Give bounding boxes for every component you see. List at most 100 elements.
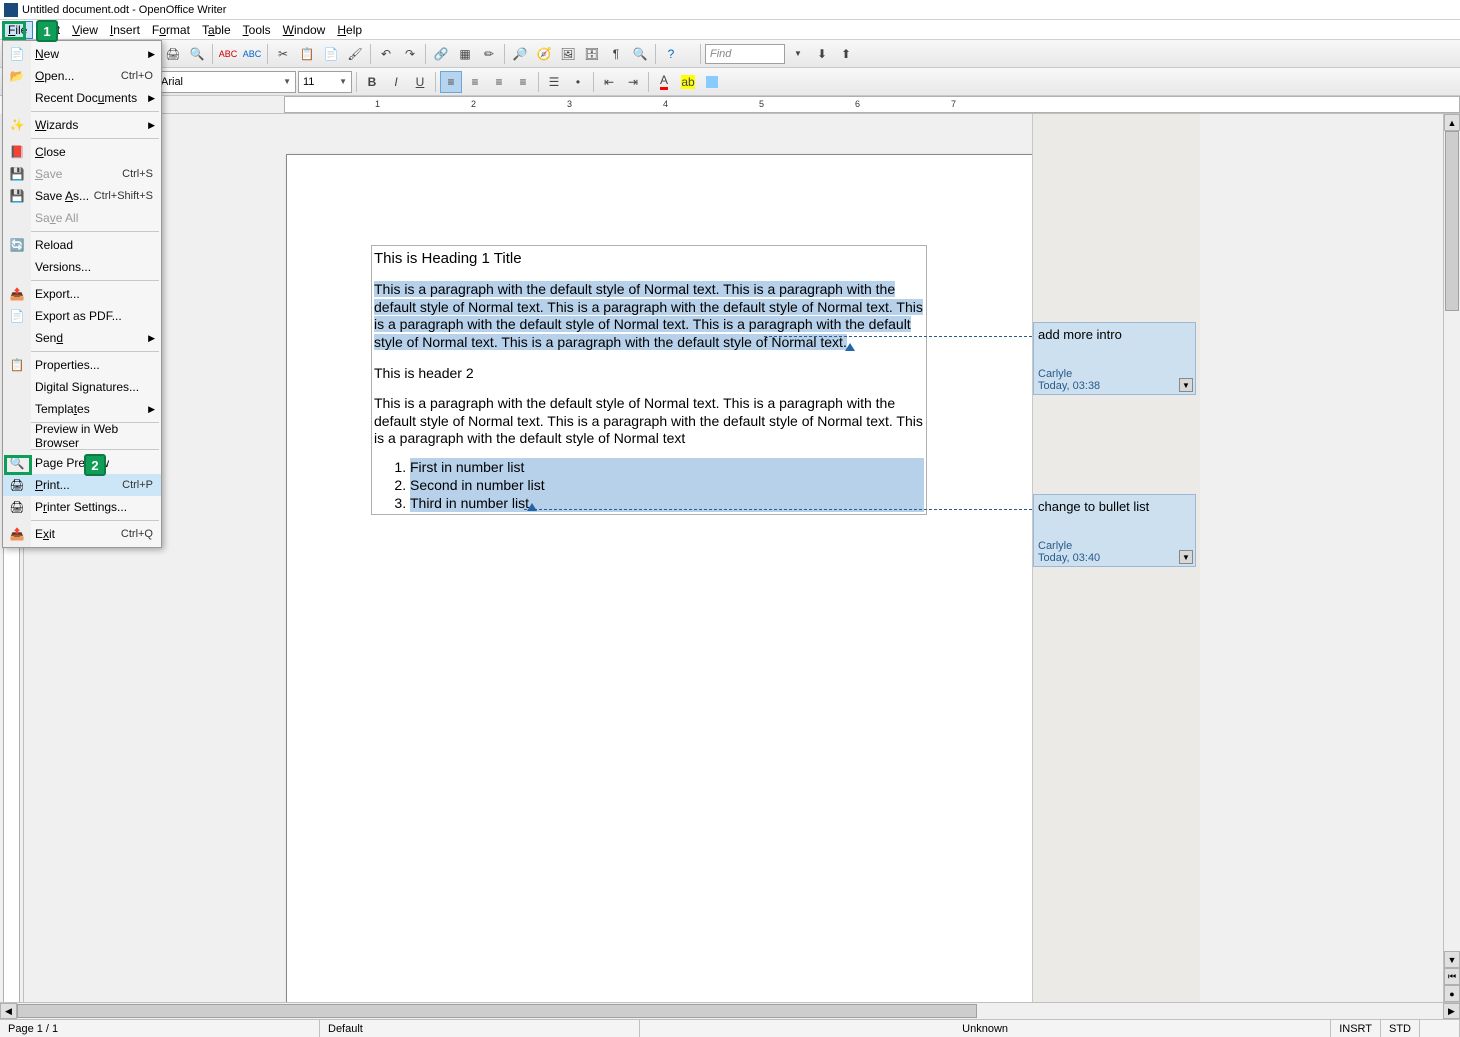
- navigator-button[interactable]: 🧭: [533, 43, 555, 65]
- autospell-button[interactable]: ABC: [241, 43, 263, 65]
- comment-menu-button[interactable]: ▼: [1179, 550, 1193, 564]
- menu-item-exit[interactable]: 📤ExitCtrl+Q: [3, 523, 161, 545]
- scrollbar-track[interactable]: [1444, 131, 1460, 951]
- menu-tools[interactable]: Tools: [237, 21, 277, 39]
- font-name-combo[interactable]: Arial▼: [156, 71, 296, 93]
- numbered-list[interactable]: First in number list Second in number li…: [410, 458, 924, 512]
- format-paint-button[interactable]: 🖌: [344, 43, 366, 65]
- numbering-button[interactable]: ☰: [543, 71, 565, 93]
- menu-format[interactable]: Format: [146, 21, 196, 39]
- menu-insert[interactable]: Insert: [104, 21, 146, 39]
- heading-2[interactable]: This is header 2: [374, 365, 924, 381]
- prev-page-button[interactable]: ⏮: [1444, 968, 1460, 985]
- italic-button[interactable]: I: [385, 71, 407, 93]
- menu-item-send[interactable]: Send▶: [3, 327, 161, 349]
- redo-button[interactable]: ↷: [399, 43, 421, 65]
- preview-button[interactable]: 🔍: [186, 43, 208, 65]
- background-color-button[interactable]: [701, 71, 723, 93]
- save-icon: 💾: [9, 166, 25, 182]
- menu-item-wizards[interactable]: ✨Wizards▶: [3, 114, 161, 136]
- menu-help[interactable]: Help: [331, 21, 368, 39]
- menu-item-printer-settings[interactable]: 🖨Printer Settings...: [3, 496, 161, 518]
- paste-button[interactable]: 📄: [320, 43, 342, 65]
- undo-button[interactable]: ↶: [375, 43, 397, 65]
- nonprinting-button[interactable]: ¶: [605, 43, 627, 65]
- menu-item-open[interactable]: 📂Open...Ctrl+O: [3, 65, 161, 87]
- find-replace-button[interactable]: 🔎: [509, 43, 531, 65]
- comment-box[interactable]: add more intro Carlyle Today, 03:38 ▼: [1033, 322, 1196, 395]
- status-style[interactable]: Default: [320, 1020, 640, 1037]
- underline-button[interactable]: U: [409, 71, 431, 93]
- find-dropdown[interactable]: ▼: [787, 43, 809, 65]
- scroll-up-button[interactable]: ▲: [1444, 114, 1460, 131]
- spellcheck-button[interactable]: ABC: [217, 43, 239, 65]
- find-next-button[interactable]: ⬇: [811, 43, 833, 65]
- versions-icon: [9, 259, 25, 275]
- scrollbar-track[interactable]: [17, 1003, 1443, 1019]
- status-selection[interactable]: STD: [1381, 1020, 1420, 1037]
- comment-menu-button[interactable]: ▼: [1179, 378, 1193, 392]
- zoom-button[interactable]: 🔍: [629, 43, 651, 65]
- datasources-button[interactable]: 🗄: [581, 43, 603, 65]
- document-canvas[interactable]: This is Heading 1 Title This is a paragr…: [24, 114, 1443, 1019]
- ruler-tick: 7: [951, 99, 956, 109]
- menu-item-templates[interactable]: Templates▶: [3, 398, 161, 420]
- align-center-button[interactable]: ≡: [464, 71, 486, 93]
- help-button[interactable]: ?: [660, 43, 682, 65]
- menu-item-save-as[interactable]: 💾Save As...Ctrl+Shift+S: [3, 185, 161, 207]
- scroll-right-button[interactable]: ▶: [1443, 1003, 1460, 1019]
- status-insert[interactable]: INSRT: [1331, 1020, 1381, 1037]
- text-frame[interactable]: This is Heading 1 Title This is a paragr…: [371, 245, 927, 515]
- scrollbar-thumb[interactable]: [1445, 131, 1459, 311]
- vertical-scrollbar[interactable]: ▲ ▼ ⏮ ● ⏭: [1443, 114, 1460, 1019]
- status-lang[interactable]: Unknown: [640, 1020, 1331, 1037]
- align-justify-button[interactable]: ≡: [512, 71, 534, 93]
- table-button[interactable]: ▦: [454, 43, 476, 65]
- bold-button[interactable]: B: [361, 71, 383, 93]
- menu-item-print[interactable]: 🖨Print...Ctrl+P: [3, 474, 161, 496]
- scroll-left-button[interactable]: ◀: [0, 1003, 17, 1019]
- increase-indent-button[interactable]: ⇥: [622, 71, 644, 93]
- menu-item-versions[interactable]: Versions...: [3, 256, 161, 278]
- copy-button[interactable]: 📋: [296, 43, 318, 65]
- menu-view[interactable]: View: [66, 21, 104, 39]
- list-item[interactable]: First in number list: [410, 458, 924, 476]
- font-color-button[interactable]: A: [653, 71, 675, 93]
- menu-item-preview-in-web-browser[interactable]: Preview in Web Browser: [3, 425, 161, 447]
- menu-item-recent-documents[interactable]: Recent Documents▶: [3, 87, 161, 109]
- print-button[interactable]: 🖨: [162, 43, 184, 65]
- gallery-button[interactable]: 🖼: [557, 43, 579, 65]
- menu-item-new[interactable]: 📄New▶: [3, 43, 161, 65]
- status-misc[interactable]: [1420, 1020, 1460, 1037]
- menu-window[interactable]: Window: [277, 21, 332, 39]
- menu-table[interactable]: Table: [196, 21, 237, 39]
- find-prev-button[interactable]: ⬆: [835, 43, 857, 65]
- scroll-down-button[interactable]: ▼: [1444, 951, 1460, 968]
- menu-item-export-as-pdf[interactable]: 📄Export as PDF...: [3, 305, 161, 327]
- menu-item-reload[interactable]: 🔄Reload: [3, 234, 161, 256]
- paragraph[interactable]: This is a paragraph with the default sty…: [374, 281, 924, 351]
- list-item[interactable]: Second in number list: [410, 476, 924, 494]
- hyperlink-button[interactable]: 🔗: [430, 43, 452, 65]
- menu-item-close[interactable]: 📕Close: [3, 141, 161, 163]
- horizontal-scrollbar[interactable]: ◀ ▶: [0, 1002, 1460, 1019]
- show-draw-button[interactable]: ✏: [478, 43, 500, 65]
- cut-button[interactable]: ✂: [272, 43, 294, 65]
- scrollbar-thumb[interactable]: [17, 1004, 977, 1018]
- menu-item-properties[interactable]: 📋Properties...: [3, 354, 161, 376]
- paragraph[interactable]: This is a paragraph with the default sty…: [374, 395, 924, 448]
- decrease-indent-button[interactable]: ⇤: [598, 71, 620, 93]
- align-left-button[interactable]: ≡: [440, 71, 462, 93]
- status-page[interactable]: Page 1 / 1: [0, 1020, 320, 1037]
- menu-item-export[interactable]: 📤Export...: [3, 283, 161, 305]
- heading-1[interactable]: This is Heading 1 Title: [374, 250, 924, 267]
- horizontal-ruler[interactable]: 1 2 3 4 5 6 7: [24, 96, 1460, 114]
- highlight-button[interactable]: ab: [677, 71, 699, 93]
- nav-button[interactable]: ●: [1444, 985, 1460, 1002]
- comment-box[interactable]: change to bullet list Carlyle Today, 03:…: [1033, 494, 1196, 567]
- bullets-button[interactable]: •: [567, 71, 589, 93]
- menu-item-digital-signatures[interactable]: Digital Signatures...: [3, 376, 161, 398]
- find-input[interactable]: Find: [705, 44, 785, 64]
- align-right-button[interactable]: ≡: [488, 71, 510, 93]
- font-size-combo[interactable]: 11▼: [298, 71, 352, 93]
